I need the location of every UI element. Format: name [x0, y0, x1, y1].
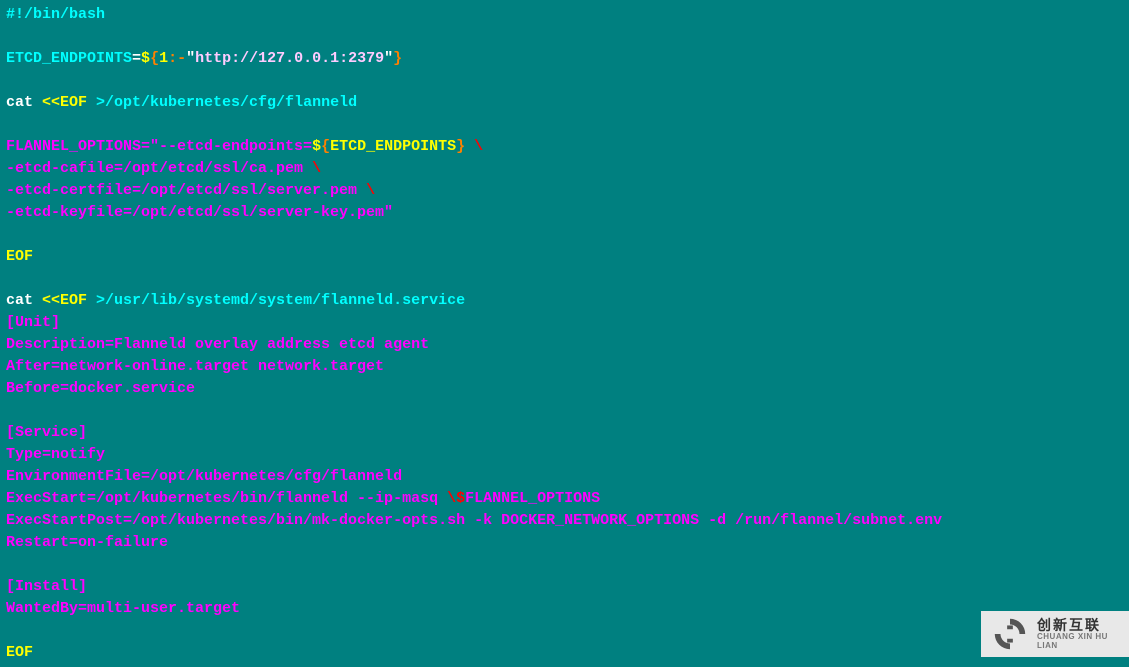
watermark-cn: 创新互联: [1037, 618, 1119, 633]
code-token: $: [312, 138, 321, 155]
code-token: {: [150, 50, 159, 67]
code-line: ExecStart=/opt/kubernetes/bin/flanneld -…: [6, 488, 1123, 510]
code-line: EOF: [6, 246, 1123, 268]
code-token: -etcd-cafile=/opt/etcd/ssl/ca.pem: [6, 160, 312, 177]
code-token: -etcd-keyfile=/opt/etcd/ssl/server-key.p…: [6, 204, 393, 221]
code-line: cat <<EOF >/opt/kubernetes/cfg/flanneld: [6, 92, 1123, 114]
code-token: \$: [447, 490, 465, 507]
code-token: EOF: [6, 248, 33, 265]
code-line: EOF: [6, 642, 1123, 664]
code-token: =: [132, 50, 141, 67]
code-token: $: [141, 50, 150, 67]
code-line: [6, 70, 1123, 92]
code-line: [6, 620, 1123, 642]
code-token: \: [366, 182, 375, 199]
code-line: [6, 400, 1123, 422]
code-token: After=network-online.target network.targ…: [6, 358, 384, 375]
code-token: }: [456, 138, 465, 155]
code-token: Type=notify: [6, 446, 105, 463]
code-line: [Install]: [6, 576, 1123, 598]
code-line: Type=notify: [6, 444, 1123, 466]
code-token: cat: [6, 94, 42, 111]
code-token: http://127.0.0.1:2379: [195, 50, 384, 67]
code-token: FLANNEL_OPTIONS: [465, 490, 600, 507]
code-line: WantedBy=multi-user.target: [6, 598, 1123, 620]
code-token: >/opt/kubernetes/cfg/flanneld: [96, 94, 357, 111]
code-token: [465, 138, 474, 155]
code-token: [Unit]: [6, 314, 60, 331]
code-line: [6, 554, 1123, 576]
code-line: [6, 26, 1123, 48]
code-line: -etcd-cafile=/opt/etcd/ssl/ca.pem \: [6, 158, 1123, 180]
code-line: [Service]: [6, 422, 1123, 444]
code-token: 1: [159, 50, 168, 67]
code-token: Restart=on-failure: [6, 534, 168, 551]
code-token: <<EOF: [42, 292, 96, 309]
code-token: ": [384, 50, 393, 67]
code-line: EnvironmentFile=/opt/kubernetes/cfg/flan…: [6, 466, 1123, 488]
code-line: [6, 114, 1123, 136]
code-token: \: [474, 138, 483, 155]
code-line: [6, 224, 1123, 246]
code-token: ": [186, 50, 195, 67]
code-line: FLANNEL_OPTIONS="--etcd-endpoints=${ETCD…: [6, 136, 1123, 158]
code-line: [6, 268, 1123, 290]
code-token: EnvironmentFile=/opt/kubernetes/cfg/flan…: [6, 468, 402, 485]
code-line: ExecStartPost=/opt/kubernetes/bin/mk-doc…: [6, 510, 1123, 532]
code-block: #!/bin/bash ETCD_ENDPOINTS=${1:-"http://…: [6, 4, 1123, 664]
watermark-text: 创新互联 CHUANG XIN HU LIAN: [1037, 618, 1119, 651]
code-token: Description=Flanneld overlay address etc…: [6, 336, 429, 353]
watermark: 创新互联 CHUANG XIN HU LIAN: [981, 611, 1129, 657]
code-token: ETCD_ENDPOINTS: [6, 50, 132, 67]
code-line: After=network-online.target network.targ…: [6, 356, 1123, 378]
code-line: Description=Flanneld overlay address etc…: [6, 334, 1123, 356]
code-token: FLANNEL_OPTIONS="--etcd-endpoints=: [6, 138, 312, 155]
watermark-en: CHUANG XIN HU LIAN: [1037, 633, 1119, 651]
code-line: -etcd-certfile=/opt/etcd/ssl/server.pem …: [6, 180, 1123, 202]
code-line: Before=docker.service: [6, 378, 1123, 400]
code-token: Before=docker.service: [6, 380, 195, 397]
code-line: [Unit]: [6, 312, 1123, 334]
code-token: ExecStartPost=/opt/kubernetes/bin/mk-doc…: [6, 512, 942, 529]
code-token: ExecStart=/opt/kubernetes/bin/flanneld -…: [6, 490, 447, 507]
code-line: ETCD_ENDPOINTS=${1:-"http://127.0.0.1:23…: [6, 48, 1123, 70]
code-token: [Service]: [6, 424, 87, 441]
code-token: {: [321, 138, 330, 155]
code-token: -etcd-certfile=/opt/etcd/ssl/server.pem: [6, 182, 366, 199]
watermark-logo-icon: [991, 615, 1029, 653]
code-token: WantedBy=multi-user.target: [6, 600, 240, 617]
code-token: #!/bin/bash: [6, 6, 105, 23]
code-line: Restart=on-failure: [6, 532, 1123, 554]
code-line: #!/bin/bash: [6, 4, 1123, 26]
code-token: }: [393, 50, 402, 67]
code-line: -etcd-keyfile=/opt/etcd/ssl/server-key.p…: [6, 202, 1123, 224]
code-token: :-: [168, 50, 186, 67]
code-token: cat: [6, 292, 42, 309]
code-token: EOF: [6, 644, 33, 661]
code-token: [Install]: [6, 578, 87, 595]
code-token: >/usr/lib/systemd/system/flanneld.servic…: [96, 292, 465, 309]
code-token: \: [312, 160, 321, 177]
code-token: ETCD_ENDPOINTS: [330, 138, 456, 155]
code-token: <<EOF: [42, 94, 96, 111]
code-line: cat <<EOF >/usr/lib/systemd/system/flann…: [6, 290, 1123, 312]
